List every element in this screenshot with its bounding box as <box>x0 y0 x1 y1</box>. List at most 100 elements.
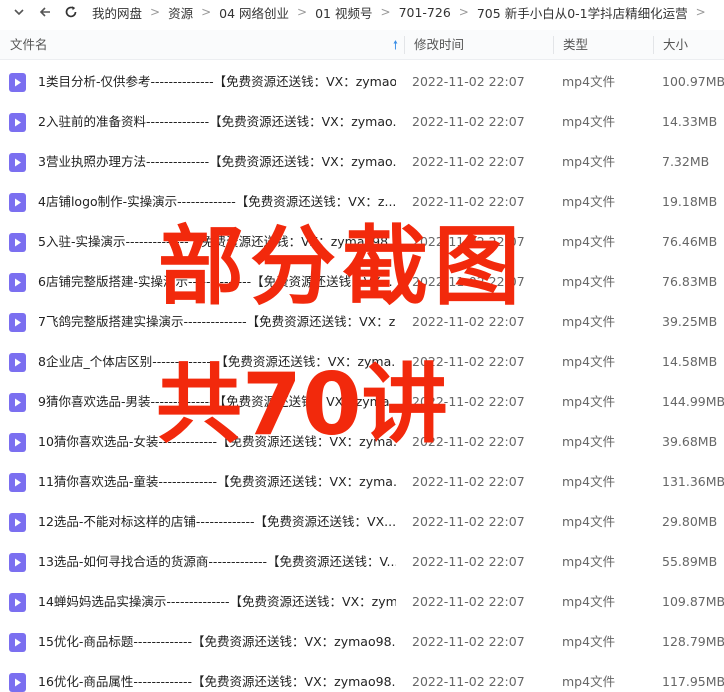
file-type: mp4文件 <box>562 314 616 329</box>
file-size: 39.68MB <box>662 434 718 449</box>
breadcrumb-item[interactable]: 01 视频号 <box>315 3 372 22</box>
column-header-name[interactable]: 文件名 🠕 <box>0 30 404 60</box>
dropdown-chevron-icon[interactable] <box>8 1 30 23</box>
file-size: 55.89MB <box>662 554 718 569</box>
breadcrumb: 我的网盘 > 资源 >04 网络创业 >01 视频号 >701-726 >705 新手小白从… <box>92 3 714 22</box>
table-row[interactable]: 15优化-商品标题-------------【免费资源还送钱：VX：zymao9… <box>0 622 724 662</box>
file-name: 4店铺logo制作-实操演示-------------【免费资源还送钱：VX：z… <box>38 194 396 209</box>
table-row[interactable]: 7飞鸽完整版搭建实操演示--------------【免费资源还送钱：VX：z.… <box>0 302 724 342</box>
file-name: 14蝉妈妈选品实操演示--------------【免费资源还送钱：VX：zym… <box>38 594 396 609</box>
video-file-icon <box>9 353 26 372</box>
video-file-icon <box>9 553 26 572</box>
video-file-icon <box>9 273 26 292</box>
file-name: 6店铺完整版搭建-实操演示--------------【免费资源还送钱：VX..… <box>38 274 393 289</box>
file-name: 15优化-商品标题-------------【免费资源还送钱：VX：zymao9… <box>38 634 396 649</box>
file-modified-date: 2022-11-02 22:07 <box>412 154 525 169</box>
file-type: mp4文件 <box>562 234 616 249</box>
file-list-header: 文件名 🠕 修改时间 类型 大小 <box>0 30 724 60</box>
video-file-icon <box>9 593 26 612</box>
file-modified-date: 2022-11-02 22:07 <box>412 314 525 329</box>
breadcrumb-item[interactable]: 资源 <box>168 3 193 22</box>
breadcrumb-separator-icon: > <box>458 5 469 19</box>
table-row[interactable]: 8企业店_个体店区别--------------【免费资源还送钱：VX：zyma… <box>0 342 724 382</box>
file-name: 8企业店_个体店区别--------------【免费资源还送钱：VX：zyma… <box>38 354 396 369</box>
file-modified-date: 2022-11-02 22:07 <box>412 234 525 249</box>
video-file-icon <box>9 433 26 452</box>
breadcrumb-item[interactable]: 701-726 <box>399 5 451 20</box>
table-row[interactable]: 4店铺logo制作-实操演示-------------【免费资源还送钱：VX：z… <box>0 182 724 222</box>
video-file-icon <box>9 313 26 332</box>
file-type: mp4文件 <box>562 554 616 569</box>
file-name: 10猜你喜欢选品-女装-------------【免费资源还送钱：VX：zyma… <box>38 434 396 449</box>
table-row[interactable]: 10猜你喜欢选品-女装-------------【免费资源还送钱：VX：zyma… <box>0 422 724 462</box>
video-file-icon <box>9 673 26 692</box>
table-row[interactable]: 12选品-不能对标这样的店铺-------------【免费资源还送钱：VX..… <box>0 502 724 542</box>
file-size: 128.79MB <box>662 634 724 649</box>
file-name: 2入驻前的准备资料--------------【免费资源还送钱：VX：zymao… <box>38 114 396 129</box>
file-modified-date: 2022-11-02 22:07 <box>412 474 525 489</box>
file-modified-date: 2022-11-02 22:07 <box>412 514 525 529</box>
file-type: mp4文件 <box>562 594 616 609</box>
table-row[interactable]: 9猜你喜欢选品-男装--------------【免费资源还送钱：VX：zyma… <box>0 382 724 422</box>
table-row[interactable]: 1类目分析-仅供参考--------------【免费资源还送钱：VX：zyma… <box>0 62 724 102</box>
file-type: mp4文件 <box>562 434 616 449</box>
file-name: 16优化-商品属性-------------【免费资源还送钱：VX：zymao9… <box>38 674 396 689</box>
column-header-date[interactable]: 修改时间 <box>404 30 552 60</box>
video-file-icon <box>9 633 26 652</box>
breadcrumb-separator-icon: > <box>297 5 308 19</box>
breadcrumb-item[interactable]: 705 新手小白从0-1学抖店精细化运营 <box>477 3 688 22</box>
file-type: mp4文件 <box>562 634 616 649</box>
video-file-icon <box>9 233 26 252</box>
table-row[interactable]: 11猜你喜欢选品-童装-------------【免费资源还送钱：VX：zyma… <box>0 462 724 502</box>
file-modified-date: 2022-11-02 22:07 <box>412 354 525 369</box>
file-type: mp4文件 <box>562 514 616 529</box>
file-modified-date: 2022-11-02 22:07 <box>412 74 525 89</box>
toolbar: 我的网盘 > 资源 >04 网络创业 >01 视频号 >701-726 >705 新手小白从… <box>0 0 724 24</box>
file-size: 76.83MB <box>662 274 718 289</box>
video-file-icon <box>9 473 26 492</box>
file-name: 12选品-不能对标这样的店铺-------------【免费资源还送钱：VX..… <box>38 514 396 529</box>
file-size: 29.80MB <box>662 514 718 529</box>
file-modified-date: 2022-11-02 22:07 <box>412 274 525 289</box>
file-list: 1类目分析-仅供参考--------------【免费资源还送钱：VX：zyma… <box>0 62 724 692</box>
video-file-icon <box>9 113 26 132</box>
file-name: 11猜你喜欢选品-童装-------------【免费资源还送钱：VX：zyma… <box>38 474 396 489</box>
breadcrumb-separator-icon: > <box>695 5 706 19</box>
file-size: 14.58MB <box>662 354 718 369</box>
file-modified-date: 2022-11-02 22:07 <box>412 674 525 689</box>
table-row[interactable]: 14蝉妈妈选品实操演示--------------【免费资源还送钱：VX：zym… <box>0 582 724 622</box>
file-size: 76.46MB <box>662 234 718 249</box>
column-header-date-label: 修改时间 <box>414 37 465 52</box>
table-row[interactable]: 2入驻前的准备资料--------------【免费资源还送钱：VX：zymao… <box>0 102 724 142</box>
file-type: mp4文件 <box>562 194 616 209</box>
table-row[interactable]: 6店铺完整版搭建-实操演示--------------【免费资源还送钱：VX..… <box>0 262 724 302</box>
breadcrumb-item[interactable]: 04 网络创业 <box>219 3 289 22</box>
file-modified-date: 2022-11-02 22:07 <box>412 634 525 649</box>
back-arrow-icon[interactable] <box>34 1 56 23</box>
table-row[interactable]: 5入驻-实操演示--------------【免费资源还送钱：VX：zymao9… <box>0 222 724 262</box>
video-file-icon <box>9 73 26 92</box>
file-modified-date: 2022-11-02 22:07 <box>412 194 525 209</box>
video-file-icon <box>9 153 26 172</box>
table-row[interactable]: 3营业执照办理方法--------------【免费资源还送钱：VX：zymao… <box>0 142 724 182</box>
file-modified-date: 2022-11-02 22:07 <box>412 394 525 409</box>
file-type: mp4文件 <box>562 674 616 689</box>
file-name: 9猜你喜欢选品-男装--------------【免费资源还送钱：VX：zyma… <box>38 394 396 409</box>
file-size: 117.95MB <box>662 674 724 689</box>
file-name: 13选品-如何寻找合适的货源商-------------【免费资源还送钱：V..… <box>38 554 396 569</box>
file-size: 131.36MB <box>662 474 724 489</box>
column-header-type[interactable]: 类型 <box>553 30 653 60</box>
file-size: 7.32MB <box>662 154 710 169</box>
video-file-icon <box>9 393 26 412</box>
refresh-icon[interactable] <box>60 1 82 23</box>
file-type: mp4文件 <box>562 74 616 89</box>
file-type: mp4文件 <box>562 274 616 289</box>
column-header-size-label: 大小 <box>663 37 689 52</box>
breadcrumb-item[interactable]: 我的网盘 <box>92 3 142 22</box>
video-file-icon <box>9 193 26 212</box>
table-row[interactable]: 16优化-商品属性-------------【免费资源还送钱：VX：zymao9… <box>0 662 724 692</box>
file-type: mp4文件 <box>562 474 616 489</box>
file-modified-date: 2022-11-02 22:07 <box>412 114 525 129</box>
table-row[interactable]: 13选品-如何寻找合适的货源商-------------【免费资源还送钱：V..… <box>0 542 724 582</box>
column-header-size[interactable]: 大小 <box>653 30 724 60</box>
